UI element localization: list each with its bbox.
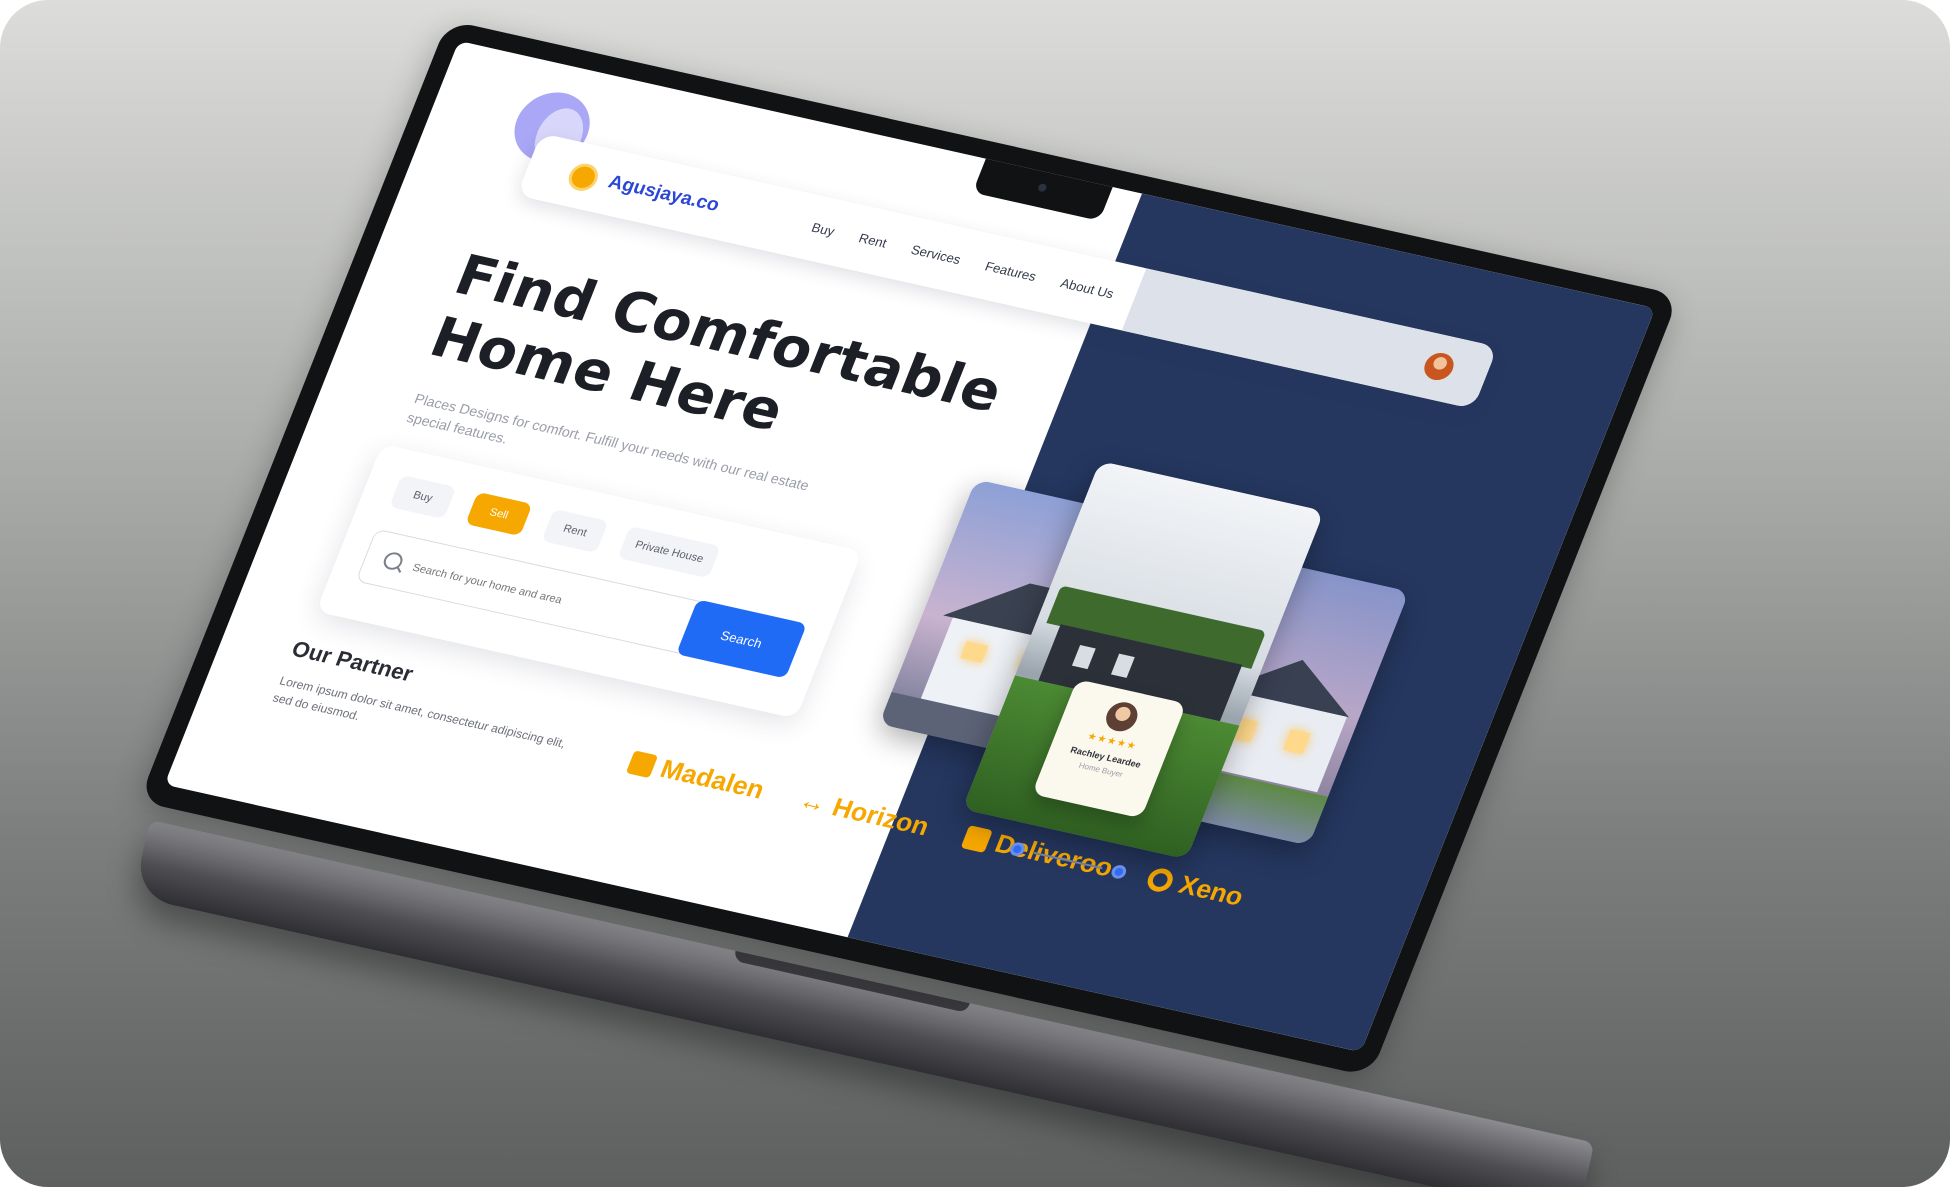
nav-links: Buy Rent Services Features About Us (809, 220, 1116, 301)
tab-buy[interactable]: Buy (389, 474, 457, 520)
background-card: Agusjaya.co Buy Rent Services Features A… (0, 0, 1950, 1187)
partner-description: Lorem ipsum dolor sit amet, consectetur … (270, 673, 568, 751)
camera-notch (972, 156, 1114, 221)
xeno-logo-icon (1144, 865, 1177, 894)
logo-text[interactable]: Agusjaya.co (605, 172, 722, 217)
brand-madalen: Madalen (625, 747, 769, 806)
nav-link-rent[interactable]: Rent (857, 230, 889, 250)
nav-link-buy[interactable]: Buy (809, 220, 836, 239)
horizon-logo-icon: ↔ (794, 784, 832, 819)
nav-link-services[interactable]: Services (909, 242, 963, 267)
nav-link-about[interactable]: About Us (1058, 276, 1116, 302)
search-icon (380, 550, 406, 572)
search-button[interactable]: Search (676, 599, 807, 679)
logo-icon[interactable] (564, 161, 603, 194)
tab-sell[interactable]: Sell (465, 491, 533, 537)
reviewer-avatar (1101, 699, 1143, 735)
search-input[interactable] (406, 556, 654, 631)
brand-madalen-label: Madalen (656, 753, 769, 805)
nav-link-features[interactable]: Features (983, 259, 1039, 284)
search-box: Search (355, 528, 807, 679)
madalen-logo-icon (625, 749, 659, 778)
tab-private-house[interactable]: Private House (617, 525, 721, 579)
tab-rent[interactable]: Rent (541, 508, 609, 554)
deliveroo-logo-icon (960, 824, 993, 853)
